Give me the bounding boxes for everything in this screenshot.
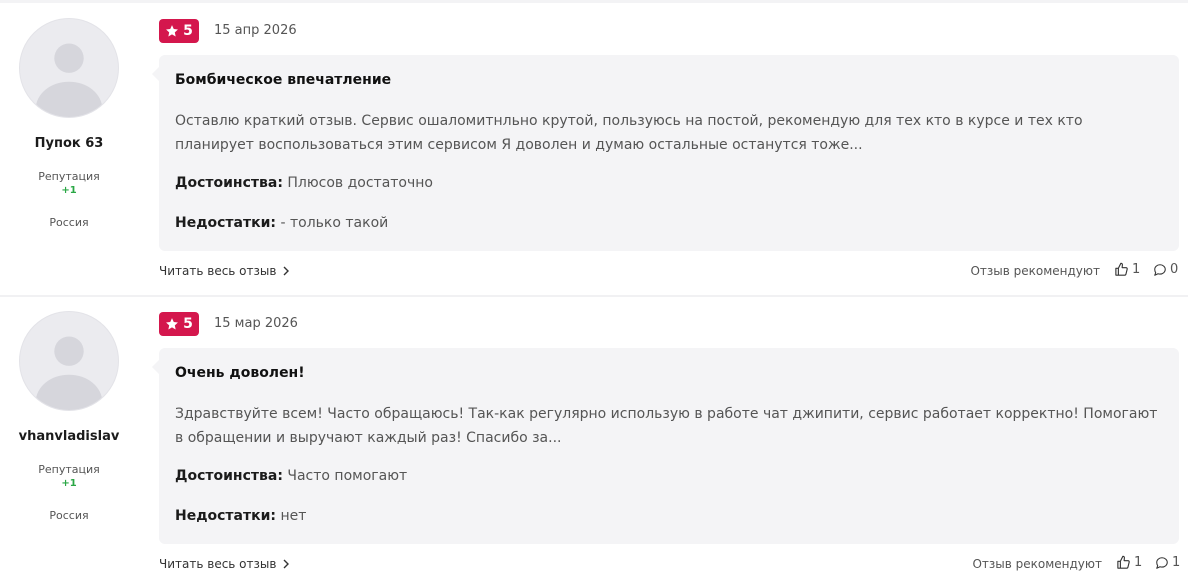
review-title[interactable]: Очень доволен!	[175, 365, 305, 381]
comment-count: 0	[1170, 262, 1179, 277]
review-item: vhanvladislav Репутация +1 Россия 5 15 м…	[0, 293, 1188, 583]
cons-label: Недостатки:	[175, 215, 277, 231]
review-cons: Недостатки: - только такой	[175, 215, 388, 231]
default-avatar-icon	[35, 43, 103, 117]
rating-badge: 5	[159, 19, 199, 43]
author-name[interactable]: Пупок 63	[0, 136, 138, 151]
read-more-link[interactable]: Читать весь отзыв	[159, 264, 290, 278]
comment-bubble-icon	[1156, 556, 1168, 569]
rating-value: 5	[183, 316, 193, 332]
reputation-label: Репутация	[38, 170, 100, 183]
like-button[interactable]: 1	[1116, 555, 1142, 570]
thumbs-up-icon	[1117, 555, 1130, 569]
review-date: 15 мар 2026	[214, 316, 298, 331]
reputation-value: +1	[61, 185, 77, 196]
read-more-label: Читать весь отзыв	[159, 557, 277, 571]
read-more-label: Читать весь отзыв	[159, 264, 277, 278]
review-text: Оставлю краткий отзыв. Сервис ошаломитнл…	[175, 113, 1083, 153]
cons-text: - только такой	[280, 215, 389, 231]
review-text: Здравствуйте всем! Часто обращаюсь! Так-…	[175, 406, 1158, 446]
avatar[interactable]	[19, 18, 119, 118]
review-date: 15 апр 2026	[214, 23, 297, 38]
star-icon	[166, 318, 179, 330]
default-avatar-icon	[35, 336, 103, 410]
pros-text: Часто помогают	[287, 468, 408, 484]
author-name[interactable]: vhanvladislav	[0, 429, 138, 444]
comments-button[interactable]: 0	[1153, 262, 1178, 277]
comment-count: 1	[1172, 555, 1181, 570]
recommend-label: Отзыв рекомендуют	[970, 264, 1100, 278]
review-item: Пупок 63 Репутация +1 Россия 5 15 апр 20…	[0, 0, 1188, 290]
like-button[interactable]: 1	[1114, 262, 1140, 277]
thumbs-up-icon	[1115, 262, 1128, 276]
pros-label: Достоинства:	[175, 468, 283, 484]
like-count: 1	[1132, 262, 1141, 277]
review-pros: Достоинства: Плюсов достаточно	[175, 175, 433, 191]
star-icon	[166, 25, 179, 37]
like-count: 1	[1134, 555, 1143, 570]
review-cons: Недостатки: нет	[175, 508, 306, 524]
pros-text: Плюсов достаточно	[287, 175, 433, 191]
comments-button[interactable]: 1	[1155, 555, 1180, 570]
avatar[interactable]	[19, 311, 119, 411]
cons-text: нет	[280, 508, 307, 524]
cons-label: Недостатки:	[175, 508, 277, 524]
review-card: Бомбическое впечатление Оставлю краткий …	[152, 55, 1179, 251]
author-country: Россия	[49, 509, 89, 522]
comment-bubble-icon	[1154, 263, 1166, 276]
chevron-right-icon	[283, 559, 290, 569]
author-country: Россия	[49, 216, 89, 229]
review-pros: Достоинства: Часто помогают	[175, 468, 407, 484]
reputation-label: Репутация	[38, 463, 100, 476]
read-more-link[interactable]: Читать весь отзыв	[159, 557, 290, 571]
chevron-right-icon	[283, 266, 290, 276]
rating-value: 5	[183, 23, 193, 39]
pros-label: Достоинства:	[175, 175, 283, 191]
review-title[interactable]: Бомбическое впечатление	[175, 72, 391, 88]
reputation-value: +1	[61, 478, 77, 489]
rating-badge: 5	[159, 312, 199, 336]
review-card: Очень доволен! Здравствуйте всем! Часто …	[152, 348, 1179, 544]
recommend-label: Отзыв рекомендуют	[972, 557, 1102, 571]
